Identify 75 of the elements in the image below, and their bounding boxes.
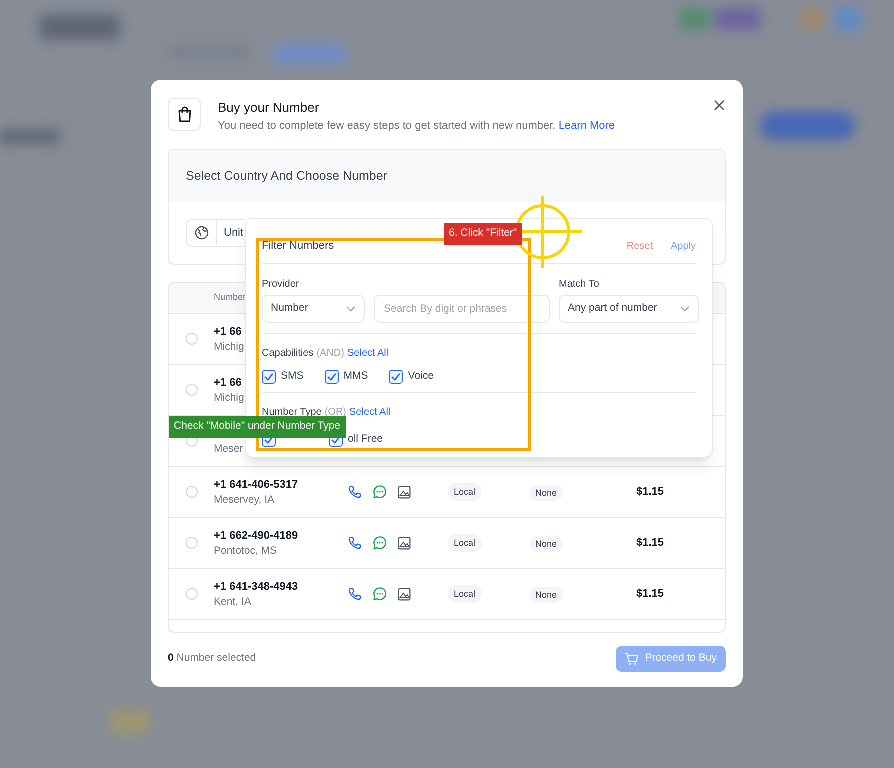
checkbox-label: Voice bbox=[408, 369, 434, 384]
search-field[interactable]: Search By digit or phrases bbox=[374, 295, 550, 323]
phone-number: +1 662-490-4189 bbox=[214, 528, 300, 542]
check-icon bbox=[264, 436, 274, 444]
checkbox-label: MMS bbox=[344, 369, 368, 384]
image-icon bbox=[398, 536, 411, 550]
selection-count: 0 Number selected bbox=[168, 651, 256, 666]
cart-icon bbox=[625, 652, 640, 666]
status-badge: None bbox=[530, 536, 564, 552]
location-text: Kent, IA bbox=[214, 594, 252, 608]
country-select[interactable]: Unit bbox=[186, 219, 245, 247]
radio-button[interactable] bbox=[186, 384, 198, 396]
chat-icon bbox=[373, 536, 387, 550]
close-icon[interactable] bbox=[714, 100, 725, 111]
match-select[interactable]: Any part of number bbox=[559, 295, 699, 323]
chat-icon bbox=[373, 485, 387, 499]
blurred-text bbox=[0, 130, 60, 144]
image-icon bbox=[398, 486, 411, 498]
chevron-down-icon bbox=[346, 306, 356, 312]
check-icon bbox=[391, 372, 402, 381]
dialog-title: Buy your Number bbox=[218, 99, 320, 116]
phone-icon bbox=[348, 536, 362, 550]
radio-button[interactable] bbox=[186, 333, 198, 345]
location-text: Michig bbox=[214, 340, 244, 354]
select-all-link[interactable]: Select All bbox=[350, 405, 391, 420]
phone-icon bbox=[348, 587, 362, 601]
radio-button[interactable] bbox=[186, 588, 198, 600]
radio-button[interactable] bbox=[186, 537, 198, 549]
check-icon bbox=[264, 372, 274, 381]
price-text: $1.15 bbox=[636, 484, 664, 500]
step-tooltip: 6. Click "Filter" bbox=[444, 223, 522, 245]
checkbox-label: SMS bbox=[281, 369, 304, 384]
globe-icon bbox=[194, 226, 208, 240]
image-icon bbox=[398, 588, 411, 600]
status-badge: None bbox=[530, 587, 564, 603]
checkbox[interactable] bbox=[389, 370, 404, 384]
location-text: Michig bbox=[214, 390, 244, 404]
bag-icon bbox=[168, 98, 201, 131]
field-label: Provider bbox=[262, 278, 300, 290]
card-title: Select Country And Choose Number bbox=[186, 168, 388, 185]
phone-icon bbox=[348, 485, 362, 499]
type-badge: Local bbox=[448, 534, 482, 552]
type-badge: Local bbox=[448, 585, 482, 603]
chevron-down-icon bbox=[680, 306, 690, 312]
type-badge: Local bbox=[448, 483, 482, 501]
panel-title: Filter Numbers bbox=[262, 238, 336, 254]
phone-number: +1 641-348-4943 bbox=[214, 580, 300, 594]
section-hint: (AND) bbox=[316, 347, 344, 361]
status-badge: None bbox=[530, 485, 564, 501]
price-text: $1.15 bbox=[636, 586, 664, 602]
section-label: Capabilities bbox=[262, 347, 314, 361]
blurred-avatar bbox=[680, 8, 710, 30]
field-label: Match To bbox=[559, 278, 600, 290]
blurred-avatar bbox=[715, 8, 760, 30]
checkbox[interactable] bbox=[262, 370, 276, 384]
dialog-subtitle: You need to complete few easy steps to get started with new number. bbox=[218, 120, 556, 132]
check-icon bbox=[331, 436, 341, 444]
phone-number: +1 66 bbox=[214, 324, 243, 338]
check-icon bbox=[326, 372, 337, 381]
chat-icon bbox=[373, 587, 387, 601]
phone-number: +1 66 bbox=[214, 376, 243, 390]
hint-tooltip: Check "Mobile" under Number Type bbox=[169, 416, 346, 438]
location-text: Meser bbox=[214, 442, 244, 456]
provider-select[interactable]: Number bbox=[262, 295, 365, 323]
location-text: Meservey, IA bbox=[214, 492, 276, 506]
radio-button[interactable] bbox=[186, 486, 198, 498]
price-text: $1.15 bbox=[636, 536, 664, 551]
learn-more-link[interactable]: Learn More bbox=[558, 120, 616, 132]
phone-number: +1 641-406-5317 bbox=[214, 478, 300, 492]
select-all-link[interactable]: Select All bbox=[347, 346, 389, 361]
checkbox[interactable] bbox=[324, 370, 339, 384]
blurred-avatar bbox=[835, 8, 860, 30]
checkbox-label: oll Free bbox=[348, 432, 384, 447]
location-text: Pontotoc, MS bbox=[214, 544, 278, 558]
column-header: Number bbox=[214, 291, 246, 304]
